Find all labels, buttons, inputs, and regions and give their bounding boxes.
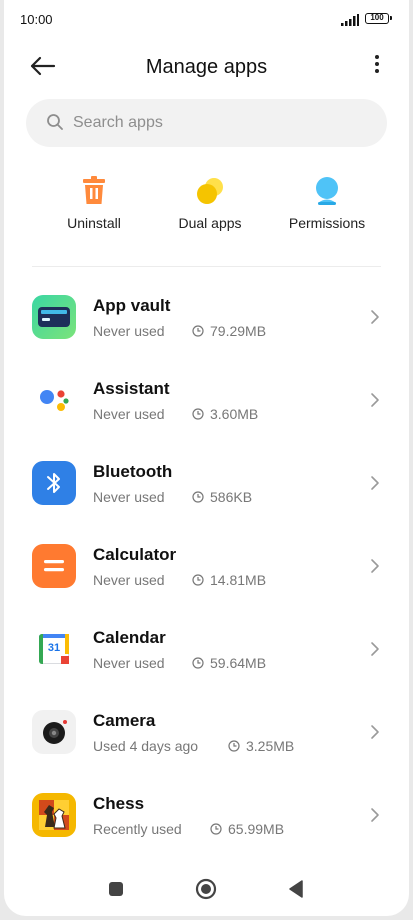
camera-icon <box>32 710 76 754</box>
app-usage: Never used <box>93 323 165 339</box>
uninstall-button[interactable]: Uninstall <box>39 172 149 238</box>
app-size: 79.29MB <box>192 323 266 339</box>
storage-clock-icon <box>192 657 204 669</box>
app-size-value: 3.60MB <box>210 406 259 422</box>
storage-clock-icon <box>192 574 204 586</box>
app-size: 3.60MB <box>192 406 258 422</box>
trash-icon <box>83 176 105 204</box>
assistant-icon <box>32 378 76 422</box>
app-size: 586KB <box>192 489 252 505</box>
storage-clock-icon <box>192 408 204 420</box>
square-icon <box>109 882 123 896</box>
app-name: Bluetooth <box>93 462 173 481</box>
circle-icon <box>195 878 217 900</box>
more-options-icon[interactable] <box>371 52 383 80</box>
header: Manage apps <box>4 44 409 88</box>
app-size-value: 586KB <box>210 489 253 505</box>
app-size: 59.64MB <box>192 655 266 671</box>
app-size-value: 59.64MB <box>210 655 267 671</box>
chevron-right-icon <box>371 310 379 324</box>
app-name: App vault <box>93 296 171 315</box>
dual-apps-button[interactable]: Dual apps <box>155 172 265 238</box>
quick-actions: Uninstall Dual apps Permissions <box>4 172 409 242</box>
app-size-value: 65.99MB <box>228 821 285 837</box>
chevron-right-icon <box>371 642 379 656</box>
page-title: Manage apps <box>145 56 268 78</box>
uninstall-label: Uninstall <box>67 215 121 231</box>
search-placeholder: Search apps <box>73 114 163 131</box>
app-row-calculator[interactable]: Calculator Never used 14.81MB <box>4 523 409 606</box>
battery-level: 100 <box>370 13 384 22</box>
app-name: Chess <box>93 794 145 813</box>
back-triangle-icon <box>289 880 303 898</box>
calendar-icon: 31 <box>32 627 76 671</box>
app-size: 14.81MB <box>192 572 266 588</box>
chess-icon <box>32 793 76 837</box>
search-icon <box>47 114 63 130</box>
app-usage: Never used <box>93 406 165 422</box>
app-size: 3.25MB <box>228 738 294 754</box>
app-row-app-vault[interactable]: App vault Never used 79.29MB <box>4 274 409 357</box>
chevron-right-icon <box>371 808 379 822</box>
app-name: Calendar <box>93 628 166 647</box>
app-size-value: 3.25MB <box>246 738 295 754</box>
storage-clock-icon <box>192 325 204 337</box>
app-usage: Never used <box>93 489 165 505</box>
chevron-right-icon <box>371 476 379 490</box>
storage-clock-icon <box>192 491 204 503</box>
app-row-calendar[interactable]: 31 Calendar Never used 59.64MB <box>4 606 409 689</box>
app-usage: Never used <box>93 655 165 671</box>
calculator-icon <box>32 544 76 588</box>
recents-button[interactable] <box>105 878 127 900</box>
back-button[interactable] <box>285 878 307 900</box>
bluetooth-icon <box>32 461 76 505</box>
dual-apps-label: Dual apps <box>178 215 242 231</box>
app-usage: Used 4 days ago <box>93 738 199 754</box>
battery-icon: 100 <box>365 13 392 24</box>
app-row-chess[interactable]: Chess Recently used 65.99MB <box>4 772 409 855</box>
divider <box>32 266 381 267</box>
app-usage: Never used <box>93 572 165 588</box>
permissions-label: Permissions <box>288 215 366 231</box>
chevron-right-icon <box>371 559 379 573</box>
screen: 10:00 100 Manage apps Search apps Uninst… <box>4 0 409 916</box>
calendar-day: 31 <box>47 642 61 654</box>
app-usage: Recently used <box>93 821 182 837</box>
app-row-assistant[interactable]: Assistant Never used 3.60MB <box>4 357 409 440</box>
permissions-button[interactable]: Permissions <box>272 172 382 238</box>
app-name: Assistant <box>93 379 170 398</box>
permissions-icon <box>316 177 338 205</box>
app-row-camera[interactable]: Camera Used 4 days ago 3.25MB <box>4 689 409 772</box>
navigation-bar <box>4 866 409 916</box>
dual-circles-icon <box>197 178 223 204</box>
app-row-bluetooth[interactable]: Bluetooth Never used 586KB <box>4 440 409 523</box>
app-vault-icon <box>32 295 76 339</box>
status-bar: 10:00 100 <box>4 0 409 40</box>
chevron-right-icon <box>371 393 379 407</box>
status-time: 10:00 <box>20 12 53 27</box>
app-name: Calculator <box>93 545 177 564</box>
app-size-value: 14.81MB <box>210 572 267 588</box>
home-button[interactable] <box>195 878 217 900</box>
storage-clock-icon <box>228 740 240 752</box>
app-size: 65.99MB <box>210 821 284 837</box>
app-name: Camera <box>93 711 156 730</box>
app-size-value: 79.29MB <box>210 323 267 339</box>
chevron-right-icon <box>371 725 379 739</box>
search-input[interactable]: Search apps <box>26 99 387 147</box>
storage-clock-icon <box>210 823 222 835</box>
signal-icon <box>341 14 359 26</box>
